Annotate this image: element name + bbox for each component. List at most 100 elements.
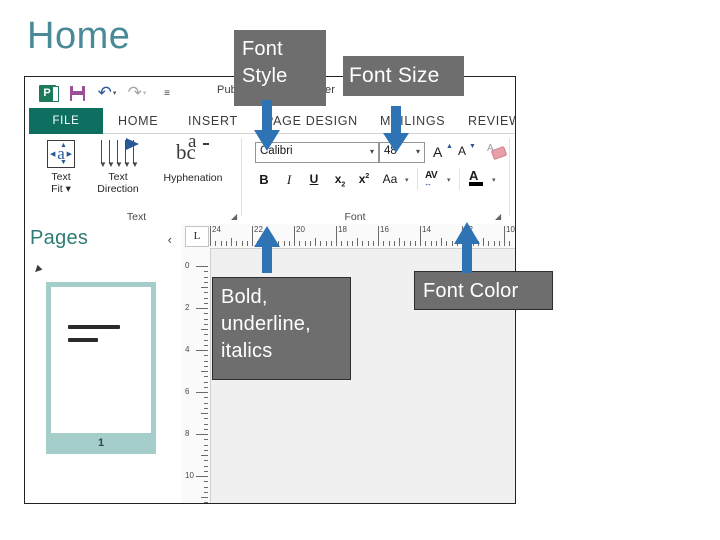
italic-button[interactable]: I <box>282 172 296 188</box>
horizontal-ruler-minor-tick <box>288 241 290 246</box>
horizontal-ruler-tick <box>504 226 505 246</box>
pages-collapse-button[interactable]: ‹ <box>168 232 172 247</box>
horizontal-ruler-minor-tick <box>425 241 427 246</box>
horizontal-ruler-minor-tick <box>357 238 358 246</box>
underline-button[interactable]: U <box>307 172 321 186</box>
vertical-ruler-minor-tick <box>204 344 208 346</box>
horizontal-ruler-label: 14 <box>422 225 431 234</box>
horizontal-ruler-minor-tick <box>220 241 222 246</box>
page-title: Home <box>27 15 131 57</box>
vertical-ruler-minor-tick <box>204 470 208 472</box>
vertical-ruler-minor-tick <box>204 365 208 367</box>
vertical-ruler-minor-tick <box>204 271 208 273</box>
horizontal-ruler-minor-tick <box>231 238 232 246</box>
vertical-ruler-minor-tick <box>204 355 208 357</box>
vertical-ruler-minor-tick <box>204 481 208 483</box>
tab-file[interactable]: FILE <box>29 108 103 134</box>
change-case-chevron-down-icon[interactable]: ▾ <box>405 176 409 184</box>
vertical-ruler-minor-tick <box>201 413 208 414</box>
tab-home[interactable]: HOME <box>118 108 158 134</box>
font-color-letter: A <box>469 168 479 183</box>
vertical-ruler-minor-tick <box>201 371 208 372</box>
arrow-bold-underline-italics <box>253 226 281 274</box>
vertical-ruler-minor-tick <box>204 318 208 320</box>
page-thumbnail[interactable]: 1 <box>46 282 156 454</box>
character-spacing-arrows-icon: ↔ <box>424 179 432 188</box>
clear-formatting-button[interactable]: A <box>487 143 508 161</box>
font-group-dialog-launcher[interactable]: ◢ <box>495 212 501 221</box>
text-group-label: Text <box>126 211 147 223</box>
horizontal-ruler-minor-tick <box>483 238 484 246</box>
hyphenation-button[interactable]: a bc Hyphenation <box>150 132 236 184</box>
font-size-chevron-down-icon: ▾ <box>415 147 420 156</box>
vertical-ruler-minor-tick <box>204 423 208 425</box>
vertical-ruler-minor-tick <box>201 287 208 288</box>
bold-button[interactable]: B <box>257 172 271 187</box>
vertical-ruler-label: 6 <box>185 387 190 396</box>
superscript-button[interactable]: x2 <box>355 172 373 186</box>
vertical-ruler-minor-tick <box>204 486 208 488</box>
horizontal-ruler-minor-tick <box>383 241 385 246</box>
vertical-ruler-label: 2 <box>185 303 190 312</box>
horizontal-ruler-minor-tick <box>315 238 316 246</box>
change-case-button[interactable]: Aa <box>379 172 401 186</box>
character-spacing-chevron-down-icon[interactable]: ▾ <box>447 176 451 184</box>
subscript-button[interactable]: x2 <box>331 172 349 188</box>
arrow-font-size <box>382 106 410 154</box>
subscript-index: 2 <box>341 181 346 189</box>
horizontal-ruler-tick <box>210 226 211 246</box>
tab-selector-button[interactable]: L <box>185 226 209 247</box>
horizontal-ruler-minor-tick <box>404 241 406 246</box>
vertical-ruler-minor-tick <box>204 276 208 278</box>
horizontal-ruler-minor-tick <box>215 241 217 246</box>
vertical-ruler-minor-tick <box>204 428 208 430</box>
text-direction-icon: ▼ ▼ ▼ ▼ ▼ <box>98 138 139 169</box>
text-direction-button[interactable]: ▼ ▼ ▼ ▼ ▼ Text Direction <box>87 138 149 195</box>
horizontal-ruler-minor-tick <box>430 241 432 246</box>
vertical-ruler-tick <box>196 434 208 435</box>
vertical-ruler-minor-tick <box>204 292 208 294</box>
pages-pane-title: Pages <box>30 227 89 249</box>
arrow-font-color <box>453 222 481 274</box>
horizontal-ruler-label: 18 <box>338 225 347 234</box>
horizontal-ruler-minor-tick <box>498 241 500 246</box>
vertical-ruler-minor-tick <box>204 491 208 493</box>
text-fit-button[interactable]: ◀ ▶ ▲ ▼ a Text Fit ▾ <box>37 140 85 195</box>
grow-font-button[interactable]: A <box>433 144 442 160</box>
vertical-ruler-minor-tick <box>204 418 208 420</box>
callout-font-color: Font Color <box>414 271 553 310</box>
font-color-chevron-down-icon[interactable]: ▾ <box>492 176 496 184</box>
text-group-dialog-launcher[interactable]: ◢ <box>231 212 237 221</box>
text-fit-label-1: Text <box>51 171 71 183</box>
text-direction-label-2: Direction <box>97 183 139 195</box>
vertical-ruler-minor-tick <box>201 497 208 498</box>
vertical-ruler-minor-tick <box>204 402 208 404</box>
vertical-ruler-minor-tick <box>204 407 208 409</box>
horizontal-ruler-tick <box>378 226 379 246</box>
vertical-ruler-minor-tick <box>204 360 208 362</box>
horizontal-ruler-minor-tick <box>388 241 390 246</box>
page-thumbnail-preview <box>51 287 151 433</box>
vertical-ruler-minor-tick <box>201 455 208 456</box>
horizontal-ruler-minor-tick <box>283 241 285 246</box>
horizontal-ruler-minor-tick <box>346 241 348 246</box>
pages-expander-triangle-icon[interactable]: ◀ <box>31 263 44 276</box>
horizontal-ruler-minor-tick <box>441 238 442 246</box>
vertical-ruler-label: 10 <box>185 471 194 480</box>
vertical-ruler-tick <box>196 350 208 351</box>
horizontal-ruler-minor-tick <box>488 241 490 246</box>
vertical-ruler-minor-tick <box>204 297 208 299</box>
shrink-font-button[interactable]: A <box>458 144 466 158</box>
vertical-ruler[interactable]: 0 2 4 6 8 10 <box>182 248 211 503</box>
horizontal-ruler-minor-tick <box>362 241 364 246</box>
vertical-ruler-minor-tick <box>204 386 208 388</box>
horizontal-ruler-tick <box>420 226 421 246</box>
font-color-button[interactable]: A <box>469 169 483 186</box>
text-direction-label-1: Text <box>108 171 128 183</box>
page-thumbnail-number: 1 <box>97 437 105 449</box>
horizontal-ruler-minor-tick <box>409 241 411 246</box>
horizontal-ruler-minor-tick <box>514 241 515 246</box>
horizontal-ruler-minor-tick <box>241 241 243 246</box>
vertical-ruler-label: 0 <box>185 261 190 270</box>
tab-review[interactable]: REVIEW <box>468 108 515 134</box>
